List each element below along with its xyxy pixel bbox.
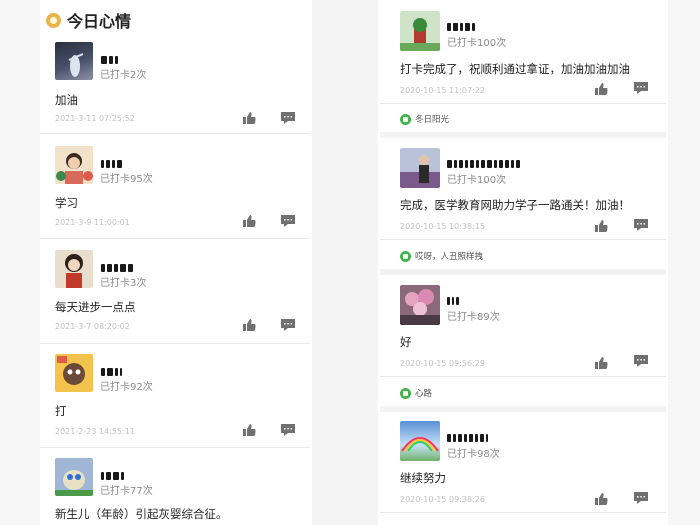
avatar[interactable] [55, 42, 93, 80]
comment-icon[interactable] [634, 492, 648, 504]
checkin-count: 已打卡3次 [100, 278, 147, 289]
post-content: 好 [400, 335, 412, 349]
post-time: 2020-10-15 09:38:26 [400, 495, 485, 504]
divider [40, 343, 310, 344]
checkin-count: 已打卡89次 [447, 312, 500, 323]
avatar[interactable] [55, 250, 93, 288]
avatar[interactable] [400, 11, 440, 51]
page-title: 今日心情 [67, 12, 132, 31]
left-feed: 今日心情 已打卡2次 加油 2021-3-11 07:25:52 已打卡95次 … [40, 0, 310, 525]
checkin-count: 已打卡100次 [447, 175, 507, 186]
comment-icon[interactable] [634, 82, 648, 94]
divider [40, 238, 310, 239]
user-name-blurred [447, 153, 522, 168]
avatar[interactable] [55, 354, 93, 392]
checkin-count: 已打卡92次 [100, 382, 153, 393]
comment-icon[interactable] [281, 319, 295, 331]
post-time: 2021-3-9 11:00:01 [55, 218, 130, 227]
checkin-count: 已打卡98次 [447, 449, 500, 460]
divider [380, 376, 666, 377]
mood-icon [46, 12, 61, 28]
user-name-blurred [101, 153, 124, 168]
thumbs-up-icon[interactable] [242, 423, 256, 437]
post-time: 2020-10-15 11:07:22 [400, 86, 485, 95]
post-content: 打卡完成了，祝顺利通过拿证，加油加油加油 [400, 62, 630, 76]
checkin-count: 已打卡2次 [100, 70, 147, 81]
post-content: 打 [55, 404, 67, 418]
comment-icon[interactable] [634, 219, 648, 231]
feed-header: 今日心情 [46, 9, 131, 31]
post-time: 2021-3-11 07:25:52 [55, 114, 135, 123]
avatar[interactable] [400, 285, 440, 325]
avatar[interactable] [55, 146, 93, 184]
liked-badge-icon [400, 113, 411, 125]
user-name-blurred [101, 465, 126, 480]
checkin-count: 已打卡77次 [100, 486, 153, 497]
thumbs-up-icon[interactable] [242, 318, 256, 332]
liked-by-row[interactable]: 心路 [400, 386, 432, 400]
thumbs-up-icon[interactable] [242, 214, 256, 228]
user-name-blurred [101, 361, 124, 376]
divider [380, 103, 666, 104]
avatar[interactable] [400, 421, 440, 461]
thumbs-up-icon[interactable] [594, 492, 608, 506]
post-time: 2020-10-15 09:56:29 [400, 359, 485, 368]
section-separator [380, 132, 666, 138]
liked-by-name[interactable]: 哎呀，人丑照样拽 [415, 250, 483, 262]
liked-badge-icon [400, 250, 411, 262]
liked-by-name[interactable]: 冬日阳光 [415, 113, 449, 125]
liked-by-row[interactable]: 哎呀，人丑照样拽 [400, 249, 483, 263]
divider [40, 133, 310, 134]
liked-by-name[interactable]: 心路 [415, 387, 432, 399]
user-name-blurred [447, 16, 477, 31]
post-content: 每天进步一点点 [55, 300, 136, 314]
liked-by-row[interactable]: 冬日阳光 [400, 112, 449, 126]
post-time: 2021-3-7 08:20:02 [55, 322, 130, 331]
post-content: 学习 [55, 196, 78, 210]
divider [380, 512, 666, 513]
comment-icon[interactable] [281, 112, 295, 124]
post-content: 完成，医学教育网助力学子一路通关！加油！ [400, 198, 630, 212]
post-content: 新生儿（年龄）引起灰婴综合征。 [55, 507, 228, 521]
user-name-blurred [101, 49, 120, 64]
right-feed: 已打卡100次 打卡完成了，祝顺利通过拿证，加油加油加油 2020-10-15 … [380, 0, 666, 525]
thumbs-up-icon[interactable] [594, 82, 608, 96]
checkin-count: 已打卡100次 [447, 38, 507, 49]
section-separator [380, 269, 666, 275]
comment-icon[interactable] [634, 355, 648, 367]
post-time: 2020-10-15 10:38:15 [400, 222, 485, 231]
user-name-blurred [447, 290, 461, 305]
comment-icon[interactable] [281, 215, 295, 227]
section-separator [380, 406, 666, 412]
divider [40, 447, 310, 448]
thumbs-up-icon[interactable] [242, 111, 256, 125]
avatar[interactable] [400, 148, 440, 188]
thumbs-up-icon[interactable] [594, 356, 608, 370]
comment-icon[interactable] [281, 424, 295, 436]
checkin-count: 已打卡95次 [100, 174, 153, 185]
liked-badge-icon [400, 387, 411, 399]
post-content: 继续努力 [400, 471, 446, 485]
post-time: 2021-2-23 14:55:11 [55, 427, 135, 436]
avatar[interactable] [55, 458, 93, 496]
user-name-blurred [101, 257, 135, 272]
user-name-blurred [447, 427, 490, 442]
divider [380, 239, 666, 240]
thumbs-up-icon[interactable] [594, 219, 608, 233]
post-content: 加油 [55, 93, 78, 107]
